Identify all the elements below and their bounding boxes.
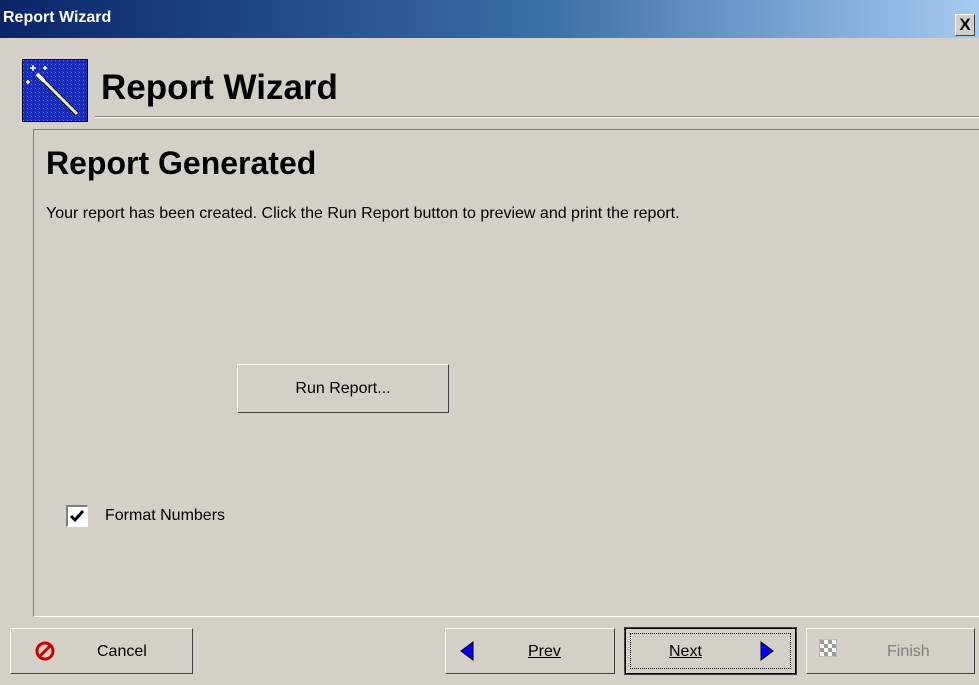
close-icon: X [959, 15, 971, 34]
next-button[interactable]: Next [624, 627, 797, 675]
page-description: Your report has been created. Click the … [46, 205, 680, 222]
format-numbers-label[interactable]: Format Numbers [105, 507, 225, 525]
content-panel [33, 129, 979, 617]
checkmark-icon [69, 510, 85, 523]
arrow-left-icon [460, 641, 474, 661]
run-report-button[interactable]: Run Report... [237, 364, 449, 413]
finish-label: Finish [887, 643, 930, 660]
finish-button[interactable]: Finish [806, 628, 975, 674]
magic-wand-icon [22, 59, 88, 122]
page-heading: Report Generated [46, 145, 317, 181]
format-numbers-checkbox[interactable] [66, 505, 88, 527]
cancel-button[interactable]: Cancel [10, 628, 193, 674]
next-label: Next [669, 643, 702, 660]
prev-label: Prev [528, 643, 561, 660]
arrow-right-icon [760, 641, 774, 661]
prev-button[interactable]: Prev [445, 628, 615, 674]
title-bar: Report Wizard X [0, 0, 979, 38]
wizard-title: Report Wizard [101, 68, 338, 107]
cancel-label: Cancel [97, 643, 147, 660]
close-button[interactable]: X [955, 14, 975, 36]
header-divider [95, 116, 979, 118]
cancel-icon [35, 641, 55, 661]
window-title: Report Wizard [3, 9, 112, 26]
checkered-flag-icon [819, 639, 837, 657]
